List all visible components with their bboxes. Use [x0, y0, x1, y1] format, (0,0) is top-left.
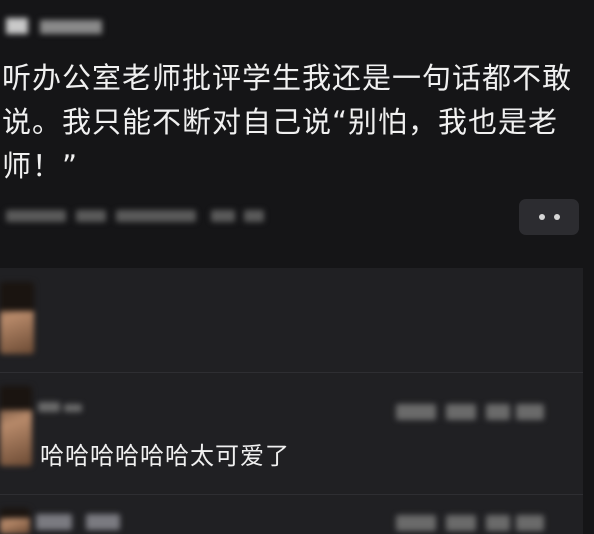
- comment-text: 哈哈哈哈哈哈太可爱了: [40, 442, 290, 470]
- comment-author-name[interactable]: [38, 398, 88, 418]
- avatar[interactable]: [0, 282, 34, 354]
- avatar[interactable]: [0, 386, 32, 466]
- more-button[interactable]: [519, 199, 579, 235]
- divider: [0, 372, 583, 373]
- avatar[interactable]: [0, 508, 30, 534]
- comment-author-name[interactable]: [36, 512, 126, 532]
- more-dots-icon: [538, 214, 545, 220]
- post-text: 听办公室老师批评学生我还是一句话都不敢说。我只能不断对自己说“别怕，我也是老师！…: [2, 61, 573, 183]
- comment-time: [396, 512, 546, 534]
- comment-time: [396, 400, 546, 424]
- divider: [0, 494, 583, 495]
- post-meta: [6, 208, 266, 224]
- post-author-name[interactable]: [6, 12, 106, 38]
